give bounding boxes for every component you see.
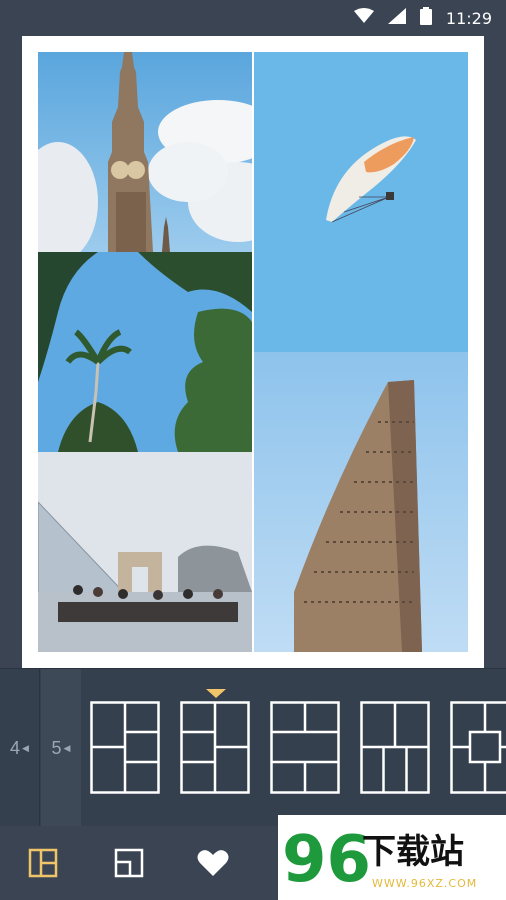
heart-icon [197,850,229,876]
photo-cell-palms[interactable] [38,252,252,452]
layout-grid-icon [450,701,506,794]
layout-tool-button[interactable] [26,846,60,880]
frame-icon [114,848,144,878]
layout-thumbnail-selected[interactable] [180,701,250,794]
layout-grid-icon [180,701,250,794]
svg-text:96: 96 [282,823,371,897]
layout-grid-icon [90,701,160,794]
layout-thumbnail[interactable] [450,701,506,794]
watermark-site-text: WWW.96XZ.COM [372,877,478,890]
status-time: 11:29 [445,8,492,28]
photo-count-label: 4 [10,737,21,758]
louvre-photo [38,452,252,652]
paraglider-photo [254,52,468,352]
wifi-icon [353,7,374,29]
photo-count-label: 5 [51,737,62,758]
chevron-left-icon: ◀ [22,742,29,753]
svg-text:下载站: 下载站 [362,832,464,872]
photo-cell-cathedral[interactable] [38,52,252,252]
layout-picker: 4 ◀ 5 ◀ [0,668,506,827]
frame-tool-button[interactable] [112,846,146,880]
layout-thumbnail[interactable] [270,701,340,794]
signal-icon [387,7,406,29]
palms-photo [38,252,252,452]
favorite-tool-button[interactable] [196,846,230,880]
layout-thumbnail[interactable] [360,701,430,794]
app-screen: 11:29 4 ◀ 5 ◀ 96 下载站 WWW.96XZ.COM [0,0,506,900]
chevron-left-icon: ◀ [63,742,71,753]
photo-count-tab-4[interactable]: 4 ◀ [0,669,40,827]
battery-icon [419,6,432,30]
layout-thumbnail[interactable] [90,701,160,794]
selected-layout-marker [206,689,226,698]
layout-icon [28,848,58,878]
watermark-logo: 96 下载站 WWW.96XZ.COM [278,815,506,900]
layout-grid-icon [360,701,430,794]
collage-frame [22,36,484,668]
cathedral-photo [38,52,252,252]
status-icons: 11:29 [353,6,492,30]
photo-cell-paraglider[interactable] [254,52,468,352]
flatiron-photo [254,352,468,652]
photo-cell-louvre[interactable] [38,452,252,652]
status-bar: 11:29 [0,0,506,36]
photo-count-tab-5[interactable]: 5 ◀ [41,669,81,827]
layout-grid-icon [270,701,340,794]
collage-canvas [0,36,506,668]
photo-cell-flatiron[interactable] [254,352,468,652]
